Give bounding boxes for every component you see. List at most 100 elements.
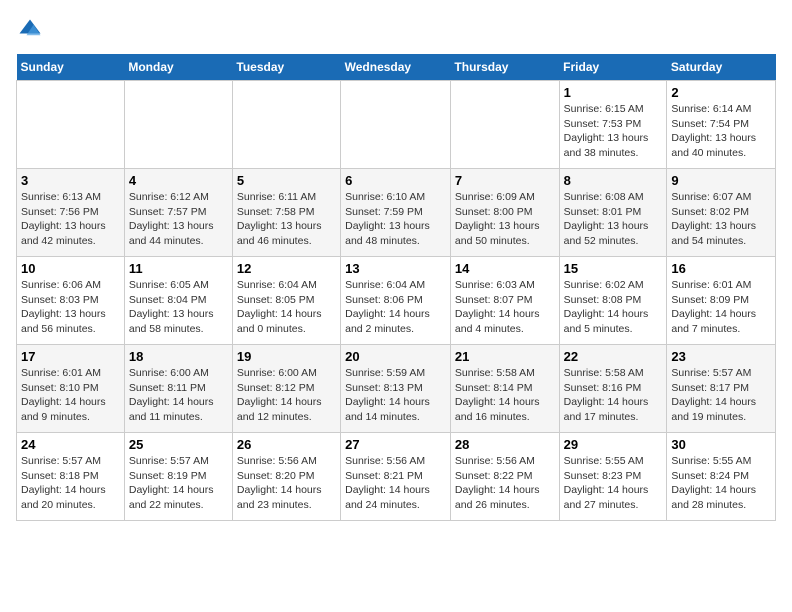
cell-content: Sunrise: 6:03 AM Sunset: 8:07 PM Dayligh… xyxy=(455,278,555,337)
calendar-cell: 8 Sunrise: 6:08 AM Sunset: 8:01 PM Daylig… xyxy=(559,169,667,257)
cell-content: Sunrise: 6:15 AM Sunset: 7:53 PM Dayligh… xyxy=(564,102,663,161)
calendar-cell: 13 Sunrise: 6:04 AM Sunset: 8:06 PM Dayli… xyxy=(341,257,451,345)
header-day-thursday: Thursday xyxy=(450,54,559,81)
calendar-body: 1 Sunrise: 6:15 AM Sunset: 7:53 PM Daylig… xyxy=(17,81,776,521)
day-number: 7 xyxy=(455,173,555,188)
day-number: 23 xyxy=(671,349,771,364)
calendar-cell xyxy=(17,81,125,169)
header-day-saturday: Saturday xyxy=(667,54,776,81)
calendar-cell: 25 Sunrise: 5:57 AM Sunset: 8:19 PM Dayli… xyxy=(124,433,232,521)
calendar-cell: 16 Sunrise: 6:01 AM Sunset: 8:09 PM Dayli… xyxy=(667,257,776,345)
calendar-cell: 28 Sunrise: 5:56 AM Sunset: 8:22 PM Dayli… xyxy=(450,433,559,521)
header-day-wednesday: Wednesday xyxy=(341,54,451,81)
calendar-table: SundayMondayTuesdayWednesdayThursdayFrid… xyxy=(16,54,776,521)
cell-content: Sunrise: 6:02 AM Sunset: 8:08 PM Dayligh… xyxy=(564,278,663,337)
cell-content: Sunrise: 6:04 AM Sunset: 8:05 PM Dayligh… xyxy=(237,278,336,337)
day-number: 6 xyxy=(345,173,446,188)
header-day-friday: Friday xyxy=(559,54,667,81)
day-number: 21 xyxy=(455,349,555,364)
cell-content: Sunrise: 6:13 AM Sunset: 7:56 PM Dayligh… xyxy=(21,190,120,249)
logo xyxy=(16,16,48,44)
calendar-cell: 1 Sunrise: 6:15 AM Sunset: 7:53 PM Daylig… xyxy=(559,81,667,169)
calendar-cell: 10Sunrise: 6:06 AM Sunset: 8:03 PM Dayli… xyxy=(17,257,125,345)
day-number: 19 xyxy=(237,349,336,364)
logo-icon xyxy=(16,16,44,44)
day-number: 4 xyxy=(129,173,228,188)
cell-content: Sunrise: 6:11 AM Sunset: 7:58 PM Dayligh… xyxy=(237,190,336,249)
day-number: 25 xyxy=(129,437,228,452)
calendar-cell: 6 Sunrise: 6:10 AM Sunset: 7:59 PM Daylig… xyxy=(341,169,451,257)
calendar-cell: 7 Sunrise: 6:09 AM Sunset: 8:00 PM Daylig… xyxy=(450,169,559,257)
day-number: 29 xyxy=(564,437,663,452)
page-header xyxy=(16,16,776,44)
day-number: 13 xyxy=(345,261,446,276)
cell-content: Sunrise: 5:57 AM Sunset: 8:18 PM Dayligh… xyxy=(21,454,120,513)
week-row-4: 17Sunrise: 6:01 AM Sunset: 8:10 PM Dayli… xyxy=(17,345,776,433)
day-number: 20 xyxy=(345,349,446,364)
day-number: 16 xyxy=(671,261,771,276)
calendar-cell: 9Sunrise: 6:07 AM Sunset: 8:02 PM Daylig… xyxy=(667,169,776,257)
day-number: 24 xyxy=(21,437,120,452)
cell-content: Sunrise: 6:00 AM Sunset: 8:12 PM Dayligh… xyxy=(237,366,336,425)
day-number: 8 xyxy=(564,173,663,188)
calendar-cell: 27Sunrise: 5:56 AM Sunset: 8:21 PM Dayli… xyxy=(341,433,451,521)
calendar-cell: 30Sunrise: 5:55 AM Sunset: 8:24 PM Dayli… xyxy=(667,433,776,521)
day-number: 15 xyxy=(564,261,663,276)
calendar-cell: 12Sunrise: 6:04 AM Sunset: 8:05 PM Dayli… xyxy=(232,257,340,345)
cell-content: Sunrise: 6:10 AM Sunset: 7:59 PM Dayligh… xyxy=(345,190,446,249)
calendar-cell xyxy=(232,81,340,169)
cell-content: Sunrise: 6:12 AM Sunset: 7:57 PM Dayligh… xyxy=(129,190,228,249)
cell-content: Sunrise: 5:59 AM Sunset: 8:13 PM Dayligh… xyxy=(345,366,446,425)
calendar-cell: 18 Sunrise: 6:00 AM Sunset: 8:11 PM Dayli… xyxy=(124,345,232,433)
day-number: 28 xyxy=(455,437,555,452)
calendar-cell: 3 Sunrise: 6:13 AM Sunset: 7:56 PM Daylig… xyxy=(17,169,125,257)
cell-content: Sunrise: 5:56 AM Sunset: 8:21 PM Dayligh… xyxy=(345,454,446,513)
calendar-cell: 14 Sunrise: 6:03 AM Sunset: 8:07 PM Dayli… xyxy=(450,257,559,345)
cell-content: Sunrise: 6:01 AM Sunset: 8:09 PM Dayligh… xyxy=(671,278,771,337)
calendar-cell: 17Sunrise: 6:01 AM Sunset: 8:10 PM Dayli… xyxy=(17,345,125,433)
day-number: 1 xyxy=(564,85,663,100)
week-row-5: 24 Sunrise: 5:57 AM Sunset: 8:18 PM Dayli… xyxy=(17,433,776,521)
day-number: 18 xyxy=(129,349,228,364)
day-number: 5 xyxy=(237,173,336,188)
cell-content: Sunrise: 5:56 AM Sunset: 8:22 PM Dayligh… xyxy=(455,454,555,513)
cell-content: Sunrise: 5:55 AM Sunset: 8:24 PM Dayligh… xyxy=(671,454,771,513)
calendar-cell: 22Sunrise: 5:58 AM Sunset: 8:16 PM Dayli… xyxy=(559,345,667,433)
header-day-monday: Monday xyxy=(124,54,232,81)
calendar-cell: 24 Sunrise: 5:57 AM Sunset: 8:18 PM Dayli… xyxy=(17,433,125,521)
cell-content: Sunrise: 5:57 AM Sunset: 8:19 PM Dayligh… xyxy=(129,454,228,513)
cell-content: Sunrise: 5:58 AM Sunset: 8:16 PM Dayligh… xyxy=(564,366,663,425)
cell-content: Sunrise: 6:07 AM Sunset: 8:02 PM Dayligh… xyxy=(671,190,771,249)
header-day-tuesday: Tuesday xyxy=(232,54,340,81)
calendar-cell xyxy=(450,81,559,169)
header-row: SundayMondayTuesdayWednesdayThursdayFrid… xyxy=(17,54,776,81)
calendar-cell: 21 Sunrise: 5:58 AM Sunset: 8:14 PM Dayli… xyxy=(450,345,559,433)
cell-content: Sunrise: 5:58 AM Sunset: 8:14 PM Dayligh… xyxy=(455,366,555,425)
week-row-3: 10Sunrise: 6:06 AM Sunset: 8:03 PM Dayli… xyxy=(17,257,776,345)
cell-content: Sunrise: 6:00 AM Sunset: 8:11 PM Dayligh… xyxy=(129,366,228,425)
calendar-header: SundayMondayTuesdayWednesdayThursdayFrid… xyxy=(17,54,776,81)
week-row-2: 3 Sunrise: 6:13 AM Sunset: 7:56 PM Daylig… xyxy=(17,169,776,257)
calendar-cell: 11Sunrise: 6:05 AM Sunset: 8:04 PM Dayli… xyxy=(124,257,232,345)
cell-content: Sunrise: 6:14 AM Sunset: 7:54 PM Dayligh… xyxy=(671,102,771,161)
calendar-cell xyxy=(124,81,232,169)
cell-content: Sunrise: 6:09 AM Sunset: 8:00 PM Dayligh… xyxy=(455,190,555,249)
week-row-1: 1 Sunrise: 6:15 AM Sunset: 7:53 PM Daylig… xyxy=(17,81,776,169)
day-number: 2 xyxy=(671,85,771,100)
calendar-cell xyxy=(341,81,451,169)
cell-content: Sunrise: 6:04 AM Sunset: 8:06 PM Dayligh… xyxy=(345,278,446,337)
day-number: 10 xyxy=(21,261,120,276)
cell-content: Sunrise: 6:08 AM Sunset: 8:01 PM Dayligh… xyxy=(564,190,663,249)
calendar-cell: 20 Sunrise: 5:59 AM Sunset: 8:13 PM Dayli… xyxy=(341,345,451,433)
calendar-cell: 15 Sunrise: 6:02 AM Sunset: 8:08 PM Dayli… xyxy=(559,257,667,345)
day-number: 3 xyxy=(21,173,120,188)
cell-content: Sunrise: 5:55 AM Sunset: 8:23 PM Dayligh… xyxy=(564,454,663,513)
day-number: 17 xyxy=(21,349,120,364)
calendar-cell: 4 Sunrise: 6:12 AM Sunset: 7:57 PM Daylig… xyxy=(124,169,232,257)
calendar-cell: 23Sunrise: 5:57 AM Sunset: 8:17 PM Dayli… xyxy=(667,345,776,433)
header-day-sunday: Sunday xyxy=(17,54,125,81)
calendar-cell: 26Sunrise: 5:56 AM Sunset: 8:20 PM Dayli… xyxy=(232,433,340,521)
day-number: 14 xyxy=(455,261,555,276)
day-number: 26 xyxy=(237,437,336,452)
calendar-cell: 2 Sunrise: 6:14 AM Sunset: 7:54 PM Daylig… xyxy=(667,81,776,169)
